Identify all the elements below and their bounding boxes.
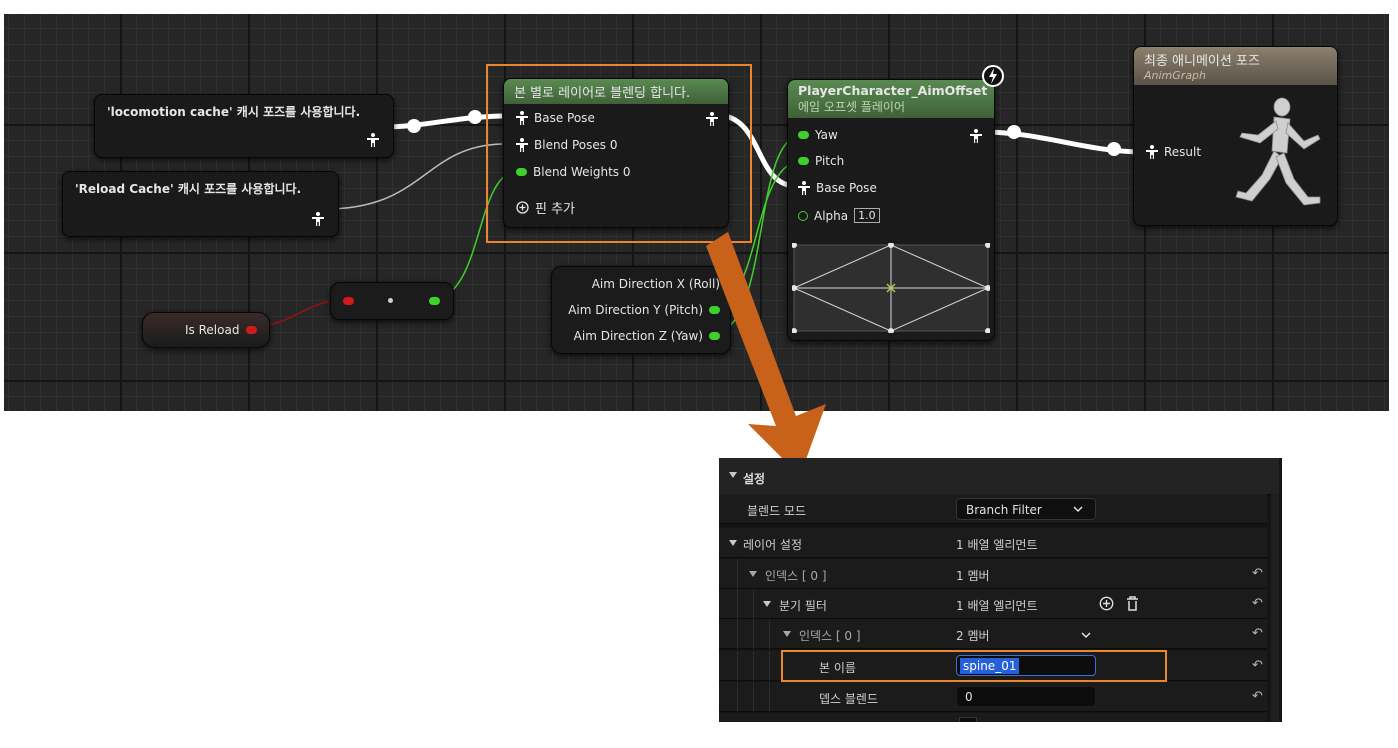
filter-index-row[interactable]: 인덱스 [ 0 ] 2 멤버 ↶: [719, 619, 1267, 649]
cache-pose-title: 'locomotion cache' 캐시 포즈를 사용합니다.: [107, 105, 361, 119]
aim-direction-y-pin[interactable]: Aim Direction Y (Pitch): [568, 303, 720, 317]
aim-direction-z-pin[interactable]: Aim Direction Z (Yaw): [574, 329, 720, 343]
blend-mode-dropdown[interactable]: Branch Filter: [956, 498, 1096, 520]
chevron-down-icon: [1073, 503, 1083, 517]
base-pose-pin[interactable]: Base Pose: [798, 181, 877, 195]
add-element-icon[interactable]: [1099, 596, 1114, 614]
final-animation-pose-node[interactable]: 최종 애니메이션 포즈 AnimGraph Result: [1133, 46, 1338, 226]
bool-pin-icon[interactable]: [246, 326, 257, 334]
pose-pin-icon: [1146, 145, 1158, 159]
result-pin[interactable]: Result: [1146, 145, 1201, 159]
alpha-input[interactable]: 1.0: [854, 208, 880, 223]
collapse-arrow-icon: [729, 472, 737, 478]
node-title: 최종 애니메이션 포즈: [1144, 54, 1260, 69]
lightning-icon: [981, 64, 1005, 88]
bool-pin-icon: [343, 297, 354, 305]
pose-pin-icon[interactable]: [312, 212, 324, 226]
reset-icon[interactable]: ↶: [1252, 566, 1263, 581]
highlight-box-blend-node: [486, 64, 752, 243]
node-header: 최종 애니메이션 포즈 AnimGraph: [1134, 47, 1337, 85]
aim-direction-x-pin[interactable]: Aim Direction X (Roll): [592, 277, 720, 291]
collapse-arrow-icon: [729, 540, 737, 546]
node-subtitle: AnimGraph: [1144, 69, 1207, 82]
next-row-partial: [719, 713, 1267, 722]
blend-depth-input[interactable]: 0: [956, 686, 1096, 707]
trash-icon[interactable]: [1125, 595, 1140, 615]
section-title: 설정: [743, 472, 766, 486]
pose-wire-locomotion: [381, 113, 503, 130]
float-pin-icon: [429, 297, 440, 305]
highlight-box-bone-name: [781, 650, 1167, 682]
pitch-pin[interactable]: Pitch: [798, 154, 844, 168]
blend-mode-row: 블렌드 모드 Branch Filter: [719, 494, 1267, 524]
node-title: PlayerCharacter_AimOffset: [798, 83, 988, 98]
exec-dot: [388, 298, 393, 303]
cache-pose-node-locomotion[interactable]: 'locomotion cache' 캐시 포즈를 사용합니다.: [94, 94, 394, 158]
checkbox[interactable]: [959, 717, 977, 722]
pose-pin-icon: [798, 181, 810, 195]
node-subtitle: 에임 오프셋 플레이어: [798, 100, 905, 114]
collapse-arrow-icon: [749, 571, 757, 577]
running-mannequin-icon: [1235, 97, 1321, 206]
reset-icon[interactable]: ↶: [1252, 689, 1263, 704]
node-header: PlayerCharacter_AimOffset 에임 오프셋 플레이어: [788, 80, 994, 118]
section-header[interactable]: 설정: [719, 458, 1279, 495]
pose-pin-icon[interactable]: [367, 133, 379, 147]
index-row[interactable]: 인덱스 [ 0 ] 1 멤버 ↶: [719, 559, 1267, 589]
is-reload-variable-node[interactable]: Is Reload: [142, 312, 270, 348]
cache-pose-title: 'Reload Cache' 캐시 포즈를 사용합니다.: [75, 182, 302, 196]
float-pin-icon: [798, 131, 809, 139]
chevron-down-icon[interactable]: [1081, 629, 1091, 643]
collapse-arrow-icon: [783, 631, 791, 637]
layer-setup-row[interactable]: 레이어 설정 1 배열 엘리먼트: [719, 528, 1267, 558]
anim-graph-canvas[interactable]: 'locomotion cache' 캐시 포즈를 사용합니다. 'Reload…: [4, 14, 1389, 411]
collapse-arrow-icon: [763, 601, 771, 607]
reset-icon[interactable]: ↶: [1252, 658, 1263, 673]
reset-icon[interactable]: ↶: [1252, 596, 1263, 611]
float-pin-empty-icon: [798, 210, 808, 221]
branch-filter-row[interactable]: 분기 필터 1 배열 엘리먼트 ↶: [719, 589, 1267, 619]
alpha-pin[interactable]: Alpha 1.0: [798, 208, 880, 223]
details-panel: 설정 블렌드 모드 Branch Filter 레이어 설정 1 배열 엘리먼트…: [719, 458, 1282, 722]
callout-arrow: [706, 232, 826, 476]
variable-label: Is Reload: [185, 323, 240, 337]
reset-icon[interactable]: ↶: [1252, 626, 1263, 641]
blend-depth-row[interactable]: 뎁스 블렌드 0 ↶: [719, 682, 1267, 712]
float-pin-icon: [798, 157, 809, 165]
select-node[interactable]: [330, 282, 454, 320]
scrollbar[interactable]: [1271, 494, 1279, 722]
output-pose-pin-icon[interactable]: [970, 129, 982, 143]
cache-pose-node-reload[interactable]: 'Reload Cache' 캐시 포즈를 사용합니다.: [62, 171, 339, 237]
yaw-pin[interactable]: Yaw: [798, 128, 838, 142]
